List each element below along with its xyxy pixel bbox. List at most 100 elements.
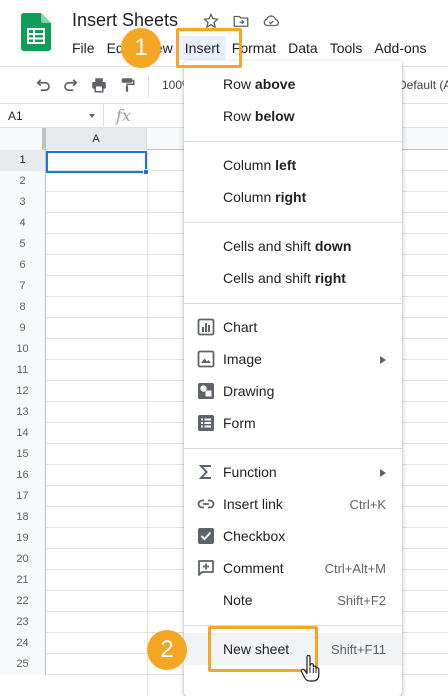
row-number[interactable]: 24: [0, 633, 46, 654]
menu-image[interactable]: Image: [184, 343, 402, 375]
column-divider: [147, 150, 148, 696]
menu-function-label: Function: [223, 464, 277, 480]
menu-cells-shift-down[interactable]: Cells and shift down: [184, 230, 402, 262]
row-number[interactable]: 3: [0, 192, 46, 213]
document-title[interactable]: Insert Sheets: [72, 10, 178, 31]
function-icon: fx: [116, 106, 131, 125]
menu-tools[interactable]: Tools: [324, 36, 369, 60]
row-number[interactable]: 10: [0, 339, 46, 360]
menu-data[interactable]: Data: [282, 36, 324, 60]
select-all-corner[interactable]: [0, 128, 46, 150]
row-number[interactable]: 6: [0, 255, 46, 276]
menu-column-right-bold: right: [275, 189, 307, 205]
menu-function[interactable]: Function: [184, 456, 402, 488]
menu-cells-shift-right-bold: right: [314, 270, 346, 286]
row-number[interactable]: 4: [0, 213, 46, 234]
row-number[interactable]: 14: [0, 423, 46, 444]
step2-badge: 2: [147, 630, 187, 670]
menu-separator: [184, 303, 402, 304]
insert-menu: Row above Row below Column left Column r…: [184, 61, 402, 696]
row-number[interactable]: 16: [0, 465, 46, 486]
menu-row-above-label: Row: [223, 76, 255, 92]
row-number[interactable]: 1: [0, 150, 46, 171]
name-box-dropdown-icon[interactable]: [89, 114, 95, 118]
undo-icon[interactable]: [34, 76, 52, 94]
submenu-arrow-icon: [380, 356, 386, 364]
menu-column-right-label: Column: [223, 189, 276, 205]
menu-separator: [184, 141, 402, 142]
redo-icon[interactable]: [62, 76, 80, 94]
menu-note[interactable]: Note Shift+F2: [184, 584, 402, 616]
submenu-arrow-icon: [380, 469, 386, 477]
row-number[interactable]: 12: [0, 381, 46, 402]
step1-highlight-box: [176, 28, 242, 68]
cloud-saved-icon[interactable]: [262, 12, 280, 30]
google-sheets-logo[interactable]: [21, 13, 51, 51]
menu-cells-shift-right[interactable]: Cells and shift right: [184, 262, 402, 294]
row-number[interactable]: 20: [0, 549, 46, 570]
shortcut-text: Shift+F2: [337, 593, 386, 608]
menu-column-right[interactable]: Column right: [184, 181, 402, 213]
menu-drawing[interactable]: Drawing: [184, 375, 402, 407]
menu-insert-link[interactable]: Insert link Ctrl+K: [184, 488, 402, 520]
row-number[interactable]: 18: [0, 507, 46, 528]
menu-drawing-label: Drawing: [223, 383, 275, 399]
toolbar-divider: [148, 75, 149, 97]
menu-separator: [184, 448, 402, 449]
row-number[interactable]: 23: [0, 612, 46, 633]
sigma-icon: [198, 465, 211, 479]
font-family-select[interactable]: Default (Ari: [398, 78, 448, 92]
menu-column-left-label: Column: [223, 157, 276, 173]
menu-checkbox[interactable]: Checkbox: [184, 520, 402, 552]
menu-row-above[interactable]: Row above: [184, 68, 402, 100]
row-number[interactable]: 22: [0, 591, 46, 612]
menu-chart[interactable]: Chart: [184, 311, 402, 343]
step1-badge: 1: [121, 28, 161, 68]
link-icon: [197, 499, 215, 509]
menu-insert-link-label: Insert link: [223, 496, 283, 512]
drawing-icon: [198, 383, 214, 399]
active-cell-a1[interactable]: [46, 151, 147, 173]
row-number[interactable]: 9: [0, 318, 46, 339]
form-icon: [198, 415, 214, 431]
row-number[interactable]: 17: [0, 486, 46, 507]
row-number[interactable]: 19: [0, 528, 46, 549]
row-number[interactable]: 7: [0, 276, 46, 297]
menu-row-below[interactable]: Row below: [184, 100, 402, 132]
chart-icon: [197, 318, 215, 336]
row-number[interactable]: 2: [0, 171, 46, 192]
menu-form[interactable]: Form: [184, 407, 402, 439]
row-number[interactable]: 21: [0, 570, 46, 591]
row-number[interactable]: 13: [0, 402, 46, 423]
row-number[interactable]: 25: [0, 654, 46, 675]
menu-checkbox-label: Checkbox: [223, 528, 286, 544]
menu-image-label: Image: [223, 351, 262, 367]
hand-cursor-icon: [300, 655, 320, 682]
image-icon: [197, 350, 215, 368]
column-header-a[interactable]: A: [46, 128, 147, 150]
shortcut-text: Ctrl+K: [349, 497, 386, 512]
menu-separator: [184, 222, 402, 223]
checkbox-icon: [198, 528, 214, 544]
row-number[interactable]: 5: [0, 234, 46, 255]
row-number[interactable]: 8: [0, 297, 46, 318]
menu-column-left[interactable]: Column left: [184, 149, 402, 181]
menu-comment[interactable]: Comment Ctrl+Alt+M: [184, 552, 402, 584]
menu-row-below-label: Row: [223, 108, 255, 124]
menu-note-label: Note: [223, 592, 253, 608]
menu-form-label: Form: [223, 415, 256, 431]
menu-add-ons[interactable]: Add-ons: [368, 36, 432, 60]
row-number[interactable]: 11: [0, 360, 46, 381]
menu-cells-shift-right-label: Cells and shift: [223, 270, 315, 286]
menu-row-below-bold: below: [254, 108, 295, 124]
shortcut-text: Ctrl+Alt+M: [324, 561, 386, 576]
row-number[interactable]: 15: [0, 444, 46, 465]
shortcut-text: Shift+F11: [330, 642, 386, 657]
paint-format-icon[interactable]: [118, 76, 136, 94]
menu-chart-label: Chart: [223, 319, 258, 335]
menu-column-left-bold: left: [275, 157, 297, 173]
add-comment-icon: [198, 560, 214, 576]
fill-handle[interactable]: [143, 169, 149, 175]
print-icon[interactable]: [90, 76, 108, 94]
menu-file[interactable]: File: [66, 36, 101, 60]
